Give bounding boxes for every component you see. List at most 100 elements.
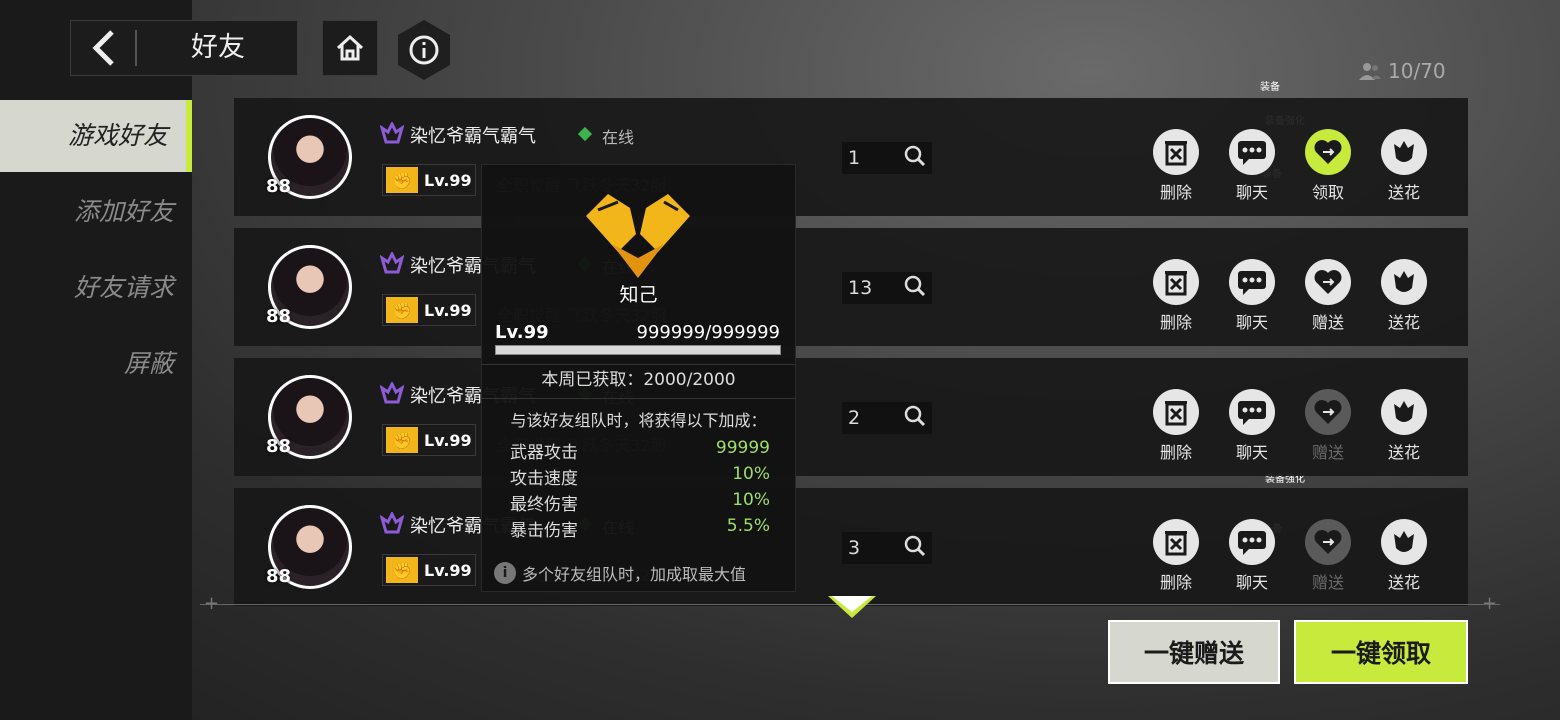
back-button[interactable] bbox=[82, 24, 126, 72]
intimacy-value: 3 bbox=[842, 532, 932, 564]
weekly-label: 本周已获取： bbox=[541, 370, 644, 390]
gift-button[interactable]: 赠送 bbox=[1298, 519, 1358, 593]
gift-button[interactable]: 赠送 bbox=[1298, 259, 1358, 333]
chat-button-label: 聊天 bbox=[1235, 573, 1268, 592]
chat-button[interactable]: 聊天 bbox=[1222, 259, 1282, 333]
delete-button-label: 删除 bbox=[1159, 183, 1192, 202]
trash-icon bbox=[1153, 389, 1199, 435]
exp-bar bbox=[495, 345, 781, 355]
search-icon bbox=[904, 145, 926, 172]
chat-button[interactable]: 聊天 bbox=[1222, 389, 1282, 463]
chat-icon bbox=[1229, 129, 1275, 175]
info-icon: i bbox=[494, 562, 516, 584]
delete-button-label: 删除 bbox=[1159, 313, 1192, 332]
trash-icon bbox=[1153, 259, 1199, 305]
plus-icon: + bbox=[1482, 593, 1498, 614]
intimacy-number: 3 bbox=[848, 537, 861, 559]
send-flower-button[interactable]: 送花 bbox=[1374, 389, 1434, 463]
bonus-heading: 与该好友组队时，将获得以下加成： bbox=[510, 411, 767, 430]
delete-button[interactable]: 删除 bbox=[1146, 519, 1206, 593]
send-flower-button-label: 送花 bbox=[1387, 443, 1420, 462]
gift-button-label: 领取 bbox=[1311, 183, 1344, 202]
flower-icon bbox=[1381, 259, 1427, 305]
intimacy-badge[interactable]: ✊ Lv.99 bbox=[382, 424, 476, 456]
avatar-level: 88 bbox=[266, 566, 292, 587]
intimacy-badge[interactable]: ✊ Lv.99 bbox=[382, 164, 476, 196]
divider bbox=[481, 398, 796, 399]
flower-icon bbox=[1381, 389, 1427, 435]
vip-icon bbox=[379, 120, 405, 146]
people-icon bbox=[1359, 63, 1381, 80]
chat-button[interactable]: 聊天 bbox=[1222, 129, 1282, 203]
home-button[interactable] bbox=[322, 20, 378, 76]
tab-friend-requests[interactable]: 好友请求 bbox=[0, 252, 192, 324]
chat-icon bbox=[1229, 259, 1275, 305]
flower-icon bbox=[1381, 129, 1427, 175]
chat-button-label: 聊天 bbox=[1235, 313, 1268, 332]
bonus-row: 武器攻击 99999 bbox=[510, 438, 770, 463]
header-divider bbox=[135, 30, 137, 66]
gift-button-label: 赠送 bbox=[1311, 443, 1344, 462]
tab-game-friends[interactable]: 游戏好友 bbox=[0, 100, 192, 172]
intimacy-badge[interactable]: ✊ Lv.99 bbox=[382, 294, 476, 326]
intimacy-number: 2 bbox=[848, 407, 861, 429]
info-icon bbox=[409, 35, 439, 65]
home-icon bbox=[336, 34, 364, 61]
info-button[interactable] bbox=[398, 20, 450, 80]
badge-level: Lv.99 bbox=[424, 560, 472, 580]
tab-add-friend[interactable]: 添加好友 bbox=[0, 176, 192, 248]
gift-button[interactable]: 赠送 bbox=[1298, 389, 1358, 463]
intimacy-value: 13 bbox=[842, 272, 932, 304]
delete-button[interactable]: 删除 bbox=[1146, 389, 1206, 463]
tooltip-note: i 多个好友组队时，加成取最大值 bbox=[494, 561, 746, 585]
chat-icon bbox=[1229, 519, 1275, 565]
claim-all-button[interactable]: 一键领取 bbox=[1294, 620, 1468, 684]
avatar-level: 88 bbox=[266, 176, 292, 197]
chat-button[interactable]: 聊天 bbox=[1222, 519, 1282, 593]
search-icon bbox=[904, 405, 926, 432]
page-title: 好友 bbox=[191, 32, 245, 63]
gift-all-button[interactable]: 一键赠送 bbox=[1108, 620, 1280, 684]
delete-button[interactable]: 删除 bbox=[1146, 129, 1206, 203]
vip-icon bbox=[379, 380, 405, 406]
exp-bar-fill bbox=[496, 346, 780, 354]
search-icon bbox=[904, 275, 926, 302]
send-flower-button-label: 送花 bbox=[1387, 313, 1420, 332]
intimacy-badge[interactable]: ✊ Lv.99 bbox=[382, 554, 476, 586]
heart-gift-icon bbox=[1305, 129, 1351, 175]
online-status: 在线 bbox=[602, 128, 635, 147]
avatar-level: 88 bbox=[266, 306, 292, 327]
floating-label: 装备 bbox=[1260, 82, 1280, 93]
send-flower-button[interactable]: 送花 bbox=[1374, 259, 1434, 333]
chevron-left-icon bbox=[92, 30, 114, 66]
chevron-down-icon bbox=[828, 596, 876, 618]
fist-icon bbox=[578, 186, 698, 282]
heart-gift-icon bbox=[1305, 389, 1351, 435]
fist-badge-icon: ✊ bbox=[386, 557, 418, 583]
badge-level: Lv.99 bbox=[424, 430, 472, 450]
fist-badge-icon: ✊ bbox=[386, 427, 418, 453]
scroll-down-indicator[interactable] bbox=[828, 596, 876, 622]
fist-badge-icon: ✊ bbox=[386, 297, 418, 323]
gift-button[interactable]: 领取 bbox=[1298, 129, 1358, 203]
tab-blocked[interactable]: 屏蔽 bbox=[0, 328, 192, 400]
intimacy-number: 13 bbox=[848, 277, 873, 299]
delete-button[interactable]: 删除 bbox=[1146, 259, 1206, 333]
weekly-value: 2000/2000 bbox=[643, 370, 736, 390]
gift-button-label: 赠送 bbox=[1311, 313, 1344, 332]
vip-icon bbox=[379, 250, 405, 276]
bonus-row: 最终伤害 10% bbox=[510, 490, 770, 515]
weekly-row: 本周已获取：2000/2000 bbox=[481, 365, 796, 390]
vip-icon bbox=[379, 510, 405, 536]
tooltip-title: 知己 bbox=[619, 284, 658, 306]
chat-icon bbox=[1229, 389, 1275, 435]
heart-gift-icon bbox=[1305, 519, 1351, 565]
intimacy-value: 2 bbox=[842, 402, 932, 434]
tooltip-level: Lv.99 bbox=[495, 322, 549, 343]
send-flower-button[interactable]: 送花 bbox=[1374, 129, 1434, 203]
intimacy-number: 1 bbox=[848, 147, 861, 169]
avatar-level: 88 bbox=[266, 436, 292, 457]
send-flower-button[interactable]: 送花 bbox=[1374, 519, 1434, 593]
fist-badge-icon: ✊ bbox=[386, 167, 418, 193]
trash-icon bbox=[1153, 519, 1199, 565]
